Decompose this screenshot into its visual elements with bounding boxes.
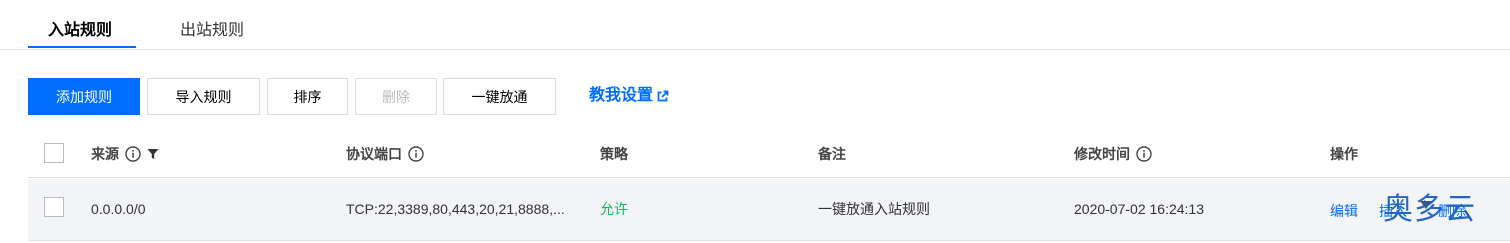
row-source: 0.0.0.0/0 xyxy=(91,201,146,217)
one-click-allow-button[interactable]: 一键放通 xyxy=(443,78,556,115)
help-setup-link[interactable]: 教我设置 xyxy=(589,85,669,107)
column-source: 来源 xyxy=(91,145,159,163)
info-icon[interactable] xyxy=(125,146,141,162)
tab-inbound-rules[interactable]: 入站规则 xyxy=(48,20,112,42)
column-remark-label: 备注 xyxy=(818,146,846,162)
active-tab-indicator xyxy=(28,46,136,48)
info-icon[interactable] xyxy=(1136,146,1152,162)
watermark-logo: 奥多云 xyxy=(1383,192,1476,227)
column-protocol-port: 协议端口 xyxy=(346,145,424,163)
edit-link[interactable]: 编辑 xyxy=(1330,202,1358,220)
column-source-label: 来源 xyxy=(91,146,119,162)
column-operation-label: 操作 xyxy=(1330,146,1358,162)
info-icon[interactable] xyxy=(408,146,424,162)
filter-icon[interactable] xyxy=(147,148,159,160)
column-modified-time: 修改时间 xyxy=(1074,145,1152,163)
tab-outbound-rules[interactable]: 出站规则 xyxy=(180,20,244,42)
row-modified-time: 2020-07-02 16:24:13 xyxy=(1074,201,1204,217)
column-strategy-label: 策略 xyxy=(600,146,628,162)
delete-button[interactable]: 删除 xyxy=(355,78,437,115)
row-protocol-port: TCP:22,3389,80,443,20,21,8888,... xyxy=(346,201,565,217)
column-modified-time-label: 修改时间 xyxy=(1074,146,1130,162)
add-rule-button[interactable]: 添加规则 xyxy=(28,78,140,115)
rule-tabs: 入站规则 出站规则 xyxy=(0,0,1510,50)
row-remark: 一键放通入站规则 xyxy=(818,201,930,217)
column-protocol-port-label: 协议端口 xyxy=(346,146,402,162)
row-checkbox[interactable] xyxy=(44,197,64,217)
column-strategy: 策略 xyxy=(600,145,628,163)
column-operation: 操作 xyxy=(1330,145,1358,163)
external-link-icon xyxy=(657,90,669,101)
table-header: 来源 协议端口 策略 备注 修改时间 操作 xyxy=(28,128,1510,178)
row-strategy: 允许 xyxy=(600,201,628,217)
table-row: 0.0.0.0/0 TCP:22,3389,80,443,20,21,8888,… xyxy=(28,179,1510,241)
help-setup-label: 教我设置 xyxy=(589,87,654,104)
select-all-checkbox[interactable] xyxy=(44,143,64,163)
sort-button[interactable]: 排序 xyxy=(267,78,348,115)
import-rules-button[interactable]: 导入规则 xyxy=(147,78,260,115)
column-remark: 备注 xyxy=(818,145,846,163)
